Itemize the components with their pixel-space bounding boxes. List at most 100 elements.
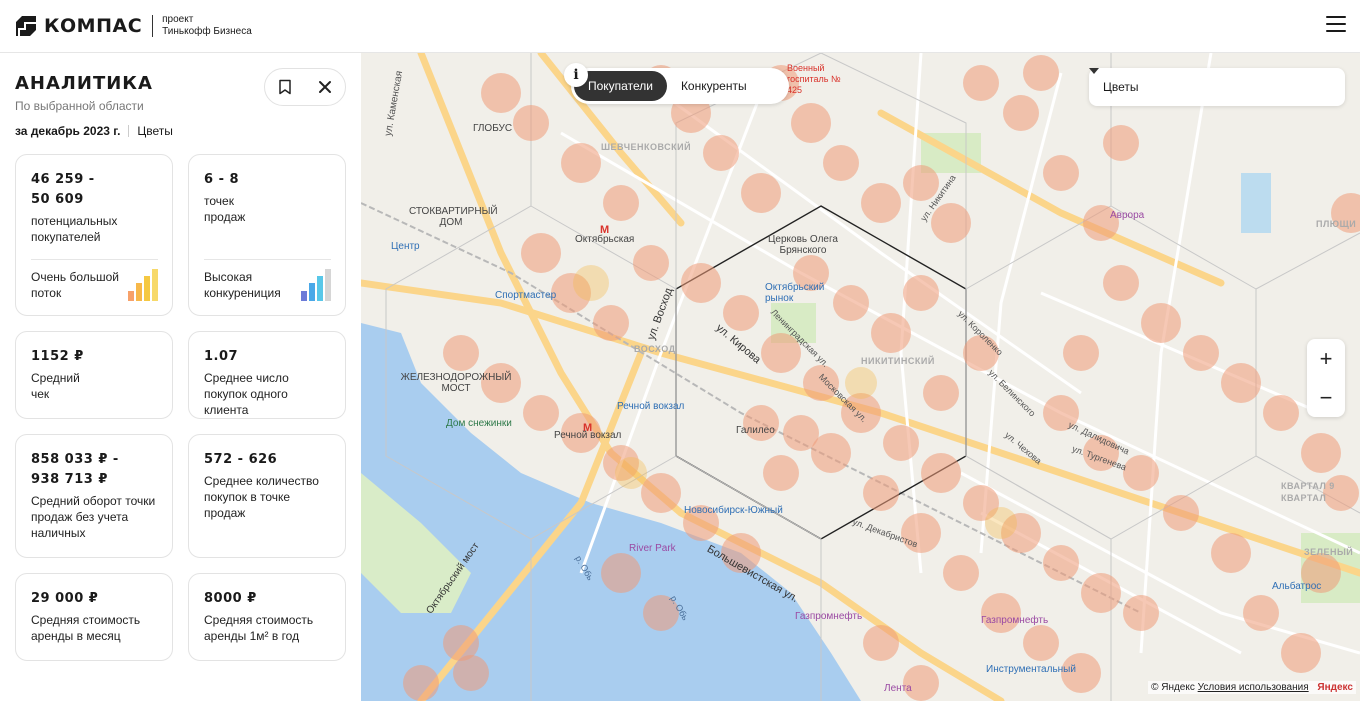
map-view[interactable]: M M ГЛОБУС ШЕВЧЕНКОВСКИЙ СТОКВАРТИРНЫЙ Д… <box>361 53 1360 701</box>
period-divider <box>128 125 130 137</box>
logo-divider <box>152 15 154 37</box>
card-label: Средняя стоимость аренды в месяц <box>31 613 141 643</box>
card-avg-purchases: 1.07 Среднее число покупок одного клиент… <box>188 331 346 419</box>
tab-competitors[interactable]: Конкуренты <box>667 71 761 101</box>
map-label-rechnoy-vokzal-rail: Речной вокзал <box>617 401 685 412</box>
competition-level-bars <box>301 269 331 301</box>
map-label-district: НИКИТИНСКИЙ <box>861 356 935 366</box>
card-label: потенциальных покупателей <box>31 214 118 244</box>
map-label-globus: ГЛОБУС <box>473 123 513 134</box>
card-label: точек продаж <box>204 194 246 224</box>
map-label-district: КВАРТАЛ 9 КВАРТАЛ <box>1281 481 1335 503</box>
card-sales-points: 6 - 8 точек продаж Высокая конкурениция <box>188 154 346 316</box>
bookmark-icon[interactable] <box>270 72 300 102</box>
category-select-value: Цветы <box>1103 80 1139 94</box>
hamburger-icon[interactable] <box>1326 16 1346 34</box>
panel-actions <box>264 68 346 106</box>
zoom-in-button[interactable]: + <box>1307 339 1345 378</box>
card-value-line1: 858 033 ₽ - <box>31 452 119 467</box>
card-value: 6 - 8 <box>204 172 240 187</box>
card-footer: Очень большой поток <box>31 270 120 300</box>
card-footer: Высокая конкурениция <box>204 270 281 300</box>
card-value: 572 - 626 <box>204 452 278 467</box>
card-potential-buyers: 46 259 - 50 609 потенциальных покупателе… <box>15 154 173 316</box>
level-bar <box>309 283 315 301</box>
card-value-line2: 50 609 <box>31 192 84 207</box>
level-bar <box>144 276 150 301</box>
card-value: 1152 ₽ <box>31 349 84 364</box>
card-value-line2: 938 713 ₽ <box>31 472 108 487</box>
card-divider <box>31 259 158 260</box>
close-icon[interactable] <box>310 72 340 102</box>
panel-subtitle: По выбранной области <box>15 99 144 113</box>
copyright-text: © Яндекс <box>1151 682 1195 693</box>
card-value: 46 259 - 50 609 <box>31 170 158 210</box>
level-bar <box>128 291 134 301</box>
category-select[interactable]: Цветы <box>1089 68 1345 106</box>
card-value: 1.07 <box>204 349 239 364</box>
period-row: за декабрь 2023 г. Цветы <box>15 124 173 138</box>
chevron-down-icon <box>1089 68 1099 74</box>
map-label-avrora: Аврора <box>1110 210 1145 221</box>
terms-link[interactable]: Условия использования <box>1198 682 1309 693</box>
level-bar <box>301 291 307 301</box>
street <box>979 72 1063 554</box>
level-bar <box>317 276 323 301</box>
map-label-gazpromneft: Газпромнефть <box>981 615 1049 626</box>
card-divider <box>204 259 331 260</box>
map-label-river-park: River Park <box>629 543 676 554</box>
yandex-logo[interactable]: Яндекс <box>1317 682 1353 693</box>
flow-level-bars <box>128 269 158 301</box>
map-label-hospital: Военный госпиталь № 425 <box>787 63 841 95</box>
map-label-galileo: Галилео <box>736 425 775 436</box>
map-label-district: ВОСХОД <box>634 344 676 354</box>
brand-name: КОМПАС <box>44 15 143 37</box>
level-bar <box>136 283 142 301</box>
card-rent-sqm: 8000 ₽ Средняя стоимость аренды 1м² в го… <box>188 573 346 661</box>
card-value-line1: 46 259 - <box>31 172 95 187</box>
map-label-gazpromneft: Газпромнефть <box>795 611 863 622</box>
card-label: Средний оборот точки продаж без учета на… <box>31 494 156 540</box>
brand-subtitle-line2: Тинькофф Бизнеса <box>162 26 252 37</box>
card-average-check: 1152 ₽ Средний чек <box>15 331 173 419</box>
level-bar <box>325 269 331 301</box>
info-icon[interactable]: i <box>564 63 588 87</box>
brand-subtitle: проект Тинькофф Бизнеса <box>162 14 252 38</box>
brand-subtitle-line1: проект <box>162 14 194 25</box>
map-label-albatros: Альбатрос <box>1272 581 1322 592</box>
panel-title: АНАЛИТИКА <box>15 73 153 94</box>
top-bar: КОМПАС проект Тинькофф Бизнеса <box>0 0 1360 53</box>
map-label-nsk-south: Новосибирск-Южный <box>684 505 783 516</box>
street <box>560 131 1360 555</box>
map-label-sportmaster: Спортмастер <box>495 290 557 301</box>
map-label-metro-rechnoy-vokzal: Речной вокзал <box>554 430 622 441</box>
park <box>1241 173 1271 233</box>
zoom-out-button[interactable]: − <box>1307 378 1345 417</box>
period-label: за декабрь 2023 г. <box>15 124 121 138</box>
map-label-district: ПЛЮЩИ <box>1316 219 1357 229</box>
category-label: Цветы <box>137 124 173 138</box>
map-label-church: Церковь Олега Брянского <box>768 234 838 256</box>
map-copyright: © Яндекс Условия использования Яндекс <box>1148 681 1356 694</box>
level-bar <box>152 269 158 301</box>
map-label-tsentr: Центр <box>391 241 420 252</box>
map-layer-toggle[interactable]: Покупатели Конкуренты <box>571 68 789 104</box>
card-label: Среднее количество покупок в точке прода… <box>204 474 319 520</box>
card-label: Средняя стоимость аренды 1м² в год <box>204 613 314 643</box>
card-avg-purchase-count: 572 - 626 Среднее количество покупок в т… <box>188 434 346 558</box>
map-label-stokvartirny: СТОКВАРТИРНЫЙ ДОМ <box>409 206 498 228</box>
map-label-lenta: Лента <box>884 683 912 694</box>
zoom-controls: + − <box>1307 339 1345 417</box>
map-label-dom-snezhinki: Дом снежинки <box>446 418 512 429</box>
kompas-logo-icon <box>16 16 36 36</box>
card-avg-turnover: 858 033 ₽ - 938 713 ₽ Средний оборот точ… <box>15 434 173 558</box>
card-value: 8000 ₽ <box>204 591 257 606</box>
map-label-district: ЗЕЛЕНЫЙ <box>1304 547 1354 557</box>
card-rent-month: 29 000 ₽ Средняя стоимость аренды в меся… <box>15 573 173 661</box>
logo[interactable]: КОМПАС проект Тинькофф Бизнеса <box>14 14 252 38</box>
card-label: Средний чек <box>31 371 80 401</box>
map-label-railway-bridge: ЖЕЛЕЗНОДОРОЖНЫЙ МОСТ <box>400 372 512 394</box>
map-label-district: ШЕВЧЕНКОВСКИЙ <box>601 142 692 152</box>
map-label-instrumentalny: Инструментальный <box>986 664 1076 675</box>
analytics-panel: АНАЛИТИКА По выбранной области за декабр… <box>0 53 361 701</box>
